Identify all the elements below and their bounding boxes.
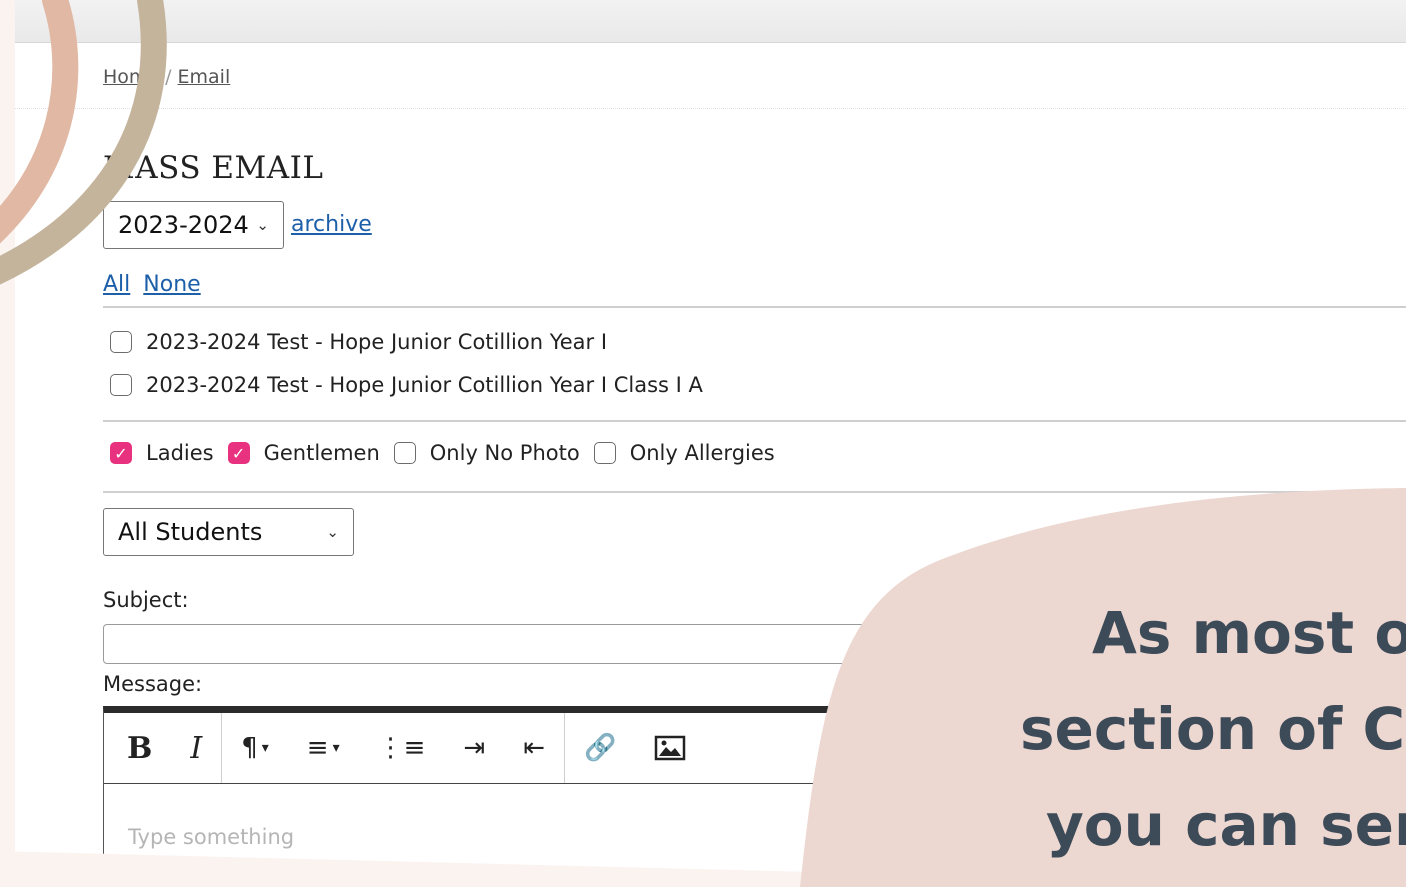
select-links: All None (103, 272, 207, 297)
overlay-line: section of C (1020, 695, 1406, 763)
overlay-caption: As most o section of C you can ser (1020, 585, 1406, 873)
filter-row: ✓ Ladies ✓ Gentlemen Only No Photo Only … (110, 441, 789, 465)
insert-image-button[interactable] (635, 713, 705, 783)
indent-button[interactable]: ⇥ (444, 713, 504, 783)
message-label: Message: (103, 672, 203, 696)
image-icon (655, 735, 686, 761)
toolbar-group-text: B I (104, 713, 223, 783)
class-item[interactable]: 2023-2024 Test - Hope Junior Cotillion Y… (110, 330, 607, 354)
page-title: MASS EMAIL (103, 150, 324, 186)
ladies-label: Ladies (146, 441, 214, 465)
breadcrumb: Home / Email (103, 66, 230, 88)
only-no-photo-label: Only No Photo (429, 441, 580, 465)
only-allergies-checkbox[interactable] (593, 442, 616, 464)
toolbar-group-insert: 🔗 (565, 713, 705, 783)
class-checkbox[interactable] (110, 374, 132, 396)
message-placeholder: Type something (128, 825, 295, 849)
align-button[interactable]: ≡ ▾ (288, 713, 359, 783)
gentlemen-label: Gentlemen (263, 441, 380, 465)
link-icon: 🔗 (584, 733, 617, 763)
select-all-link[interactable]: All (103, 272, 130, 297)
chevron-down-icon: ⌄ (326, 523, 339, 541)
outdent-icon: ⇤ (523, 733, 546, 763)
top-bar (15, 0, 1406, 43)
paragraph-format-button[interactable]: ¶ ▾ (222, 713, 288, 783)
caret-down-icon: ▾ (332, 740, 340, 756)
paragraph-icon: ¶ (241, 733, 258, 763)
insert-link-button[interactable]: 🔗 (565, 713, 635, 783)
class-item[interactable]: 2023-2024 Test - Hope Junior Cotillion Y… (110, 373, 703, 397)
breadcrumb-separator: / (165, 66, 172, 88)
only-allergies-label: Only Allergies (629, 441, 775, 465)
align-left-icon: ≡ (306, 733, 329, 763)
divider (103, 306, 1406, 308)
gentlemen-checkbox[interactable]: ✓ (227, 442, 250, 464)
subject-label: Subject: (103, 588, 189, 612)
ladies-checkbox[interactable]: ✓ (110, 442, 132, 464)
overlay-line: you can ser (1046, 791, 1406, 859)
caret-down-icon: ▾ (261, 740, 269, 756)
toolbar-group-format: ¶ ▾ ≡ ▾ ⋮≡ ⇥ ⇤ (222, 713, 566, 783)
recipient-select-value: All Students (118, 518, 263, 546)
outdent-button[interactable]: ⇤ (504, 713, 564, 783)
class-label: 2023-2024 Test - Hope Junior Cotillion Y… (146, 373, 703, 397)
class-label: 2023-2024 Test - Hope Junior Cotillion Y… (146, 330, 608, 354)
divider (103, 491, 1406, 493)
bold-button[interactable]: B (108, 713, 171, 783)
breadcrumb-email-link[interactable]: Email (178, 66, 231, 88)
overlay-line: As most o (1092, 599, 1406, 667)
only-no-photo-checkbox[interactable] (393, 442, 416, 464)
recipient-select[interactable]: All Students ⌄ (103, 508, 354, 556)
italic-button[interactable]: I (171, 713, 221, 783)
season-select[interactable]: 2023-2024 ⌄ (103, 201, 284, 249)
select-none-link[interactable]: None (143, 272, 200, 297)
class-checkbox[interactable] (110, 331, 132, 353)
season-select-value: 2023-2024 (118, 211, 249, 239)
archive-link[interactable]: archive (291, 212, 372, 237)
breadcrumb-home-link[interactable]: Home (103, 66, 159, 88)
bullet-list-icon: ⋮≡ (377, 733, 426, 763)
divider (103, 420, 1406, 422)
indent-icon: ⇥ (463, 733, 486, 763)
breadcrumb-row: Home / Email (15, 60, 1406, 109)
chevron-down-icon: ⌄ (256, 216, 269, 234)
bullet-list-button[interactable]: ⋮≡ (359, 713, 445, 783)
